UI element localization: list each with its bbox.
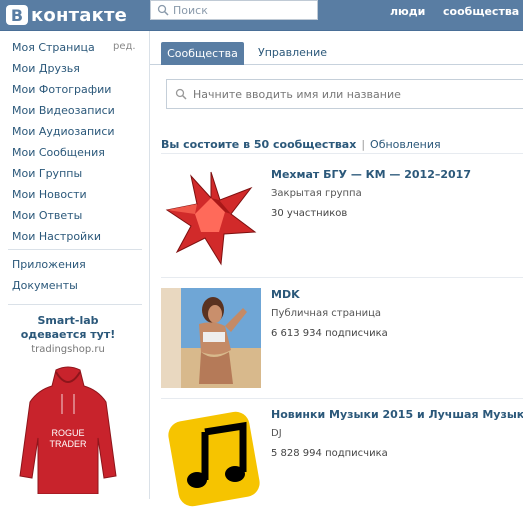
group-avatar-mdk[interactable] (161, 288, 261, 388)
group-member-count: 6 613 934 подписчика (271, 328, 388, 339)
group-avatar-music[interactable] (161, 408, 261, 508)
sidebar-item-apps[interactable]: Приложения (12, 258, 86, 271)
search-icon (175, 88, 187, 100)
list-divider (161, 398, 523, 399)
main-content: Сообщества Управление Начните вводить им… (149, 31, 523, 508)
updates-link[interactable]: Обновления (370, 138, 441, 151)
logo-icon: B (6, 5, 28, 25)
search-icon (157, 4, 169, 16)
list-divider (161, 277, 523, 278)
sidebar-divider (8, 249, 142, 250)
group-member-count: 30 участников (271, 208, 348, 219)
summary-divider (161, 153, 523, 154)
list-item: MDK Публичная страница 6 613 934 подписч… (161, 288, 523, 388)
hoodie-text-line1: ROGUE (51, 428, 84, 438)
vk-logo[interactable]: B контакте (6, 3, 127, 27)
ad-site[interactable]: tradingshop.ru (0, 344, 136, 355)
sidebar-item-answers[interactable]: Мои Ответы (12, 209, 82, 222)
logo-text: контакте (31, 4, 128, 26)
summary-separator: | (361, 138, 366, 151)
tab-communities[interactable]: Сообщества (161, 42, 244, 65)
list-item: Новинки Музыки 2015 и Лучшая Музыка DJ 5… (161, 408, 523, 508)
membership-summary: Вы состоите в 50 сообществах | Обновления (161, 138, 441, 151)
group-type: Закрытая группа (271, 188, 362, 199)
group-type: Публичная страница (271, 308, 382, 319)
sidebar-divider (8, 304, 142, 305)
left-sidebar: Моя Страница ред. Мои Друзья Мои Фотогра… (0, 31, 148, 499)
sidebar-item-videos[interactable]: Мои Видеозаписи (12, 104, 115, 117)
sidebar-item-photos[interactable]: Мои Фотографии (12, 83, 111, 96)
membership-count: Вы состоите в 50 сообществах (161, 138, 357, 151)
ad-title-line1[interactable]: Smart-lab (0, 314, 136, 327)
group-name[interactable]: Мехмат БГУ — КМ — 2012–2017 (271, 168, 471, 181)
hoodie-text-line2: TRADER (49, 439, 87, 449)
group-search-input[interactable]: Начните вводить имя или название (166, 79, 523, 109)
sidebar-item-friends[interactable]: Мои Друзья (12, 62, 80, 75)
group-name[interactable]: MDK (271, 288, 300, 301)
group-search-placeholder: Начните вводить имя или название (193, 87, 401, 101)
search-input[interactable]: Поиск (150, 0, 318, 20)
header-link-communities[interactable]: сообщества (443, 5, 519, 18)
tab-management[interactable]: Управление (258, 46, 327, 59)
hoodie-ad-image[interactable]: ROGUE TRADER (18, 364, 118, 494)
sidebar-item-messages[interactable]: Мои Сообщения (12, 146, 105, 159)
sidebar-item-my-page[interactable]: Моя Страница (12, 41, 95, 54)
sidebar-item-audio[interactable]: Мои Аудиозаписи (12, 125, 115, 138)
group-name[interactable]: Новинки Музыки 2015 и Лучшая Музыка (271, 408, 523, 421)
sidebar-item-groups[interactable]: Мои Группы (12, 167, 82, 180)
group-member-count: 5 828 994 подписчика (271, 448, 388, 459)
search-placeholder: Поиск (173, 3, 208, 17)
group-type: DJ (271, 428, 282, 439)
group-avatar-mehmat[interactable] (161, 168, 261, 268)
ad-title-line2[interactable]: одевается тут! (0, 328, 136, 341)
sidebar-item-settings[interactable]: Мои Настройки (12, 230, 101, 243)
top-header: B контакте Поиск люди сообщества (0, 0, 523, 31)
sidebar-item-news[interactable]: Мои Новости (12, 188, 87, 201)
sidebar-item-documents[interactable]: Документы (12, 279, 78, 292)
list-item: Мехмат БГУ — КМ — 2012–2017 Закрытая гру… (161, 168, 523, 268)
edit-link[interactable]: ред. (113, 41, 136, 52)
header-link-people[interactable]: люди (390, 5, 425, 18)
tabs-bar: Сообщества Управление (150, 31, 523, 65)
